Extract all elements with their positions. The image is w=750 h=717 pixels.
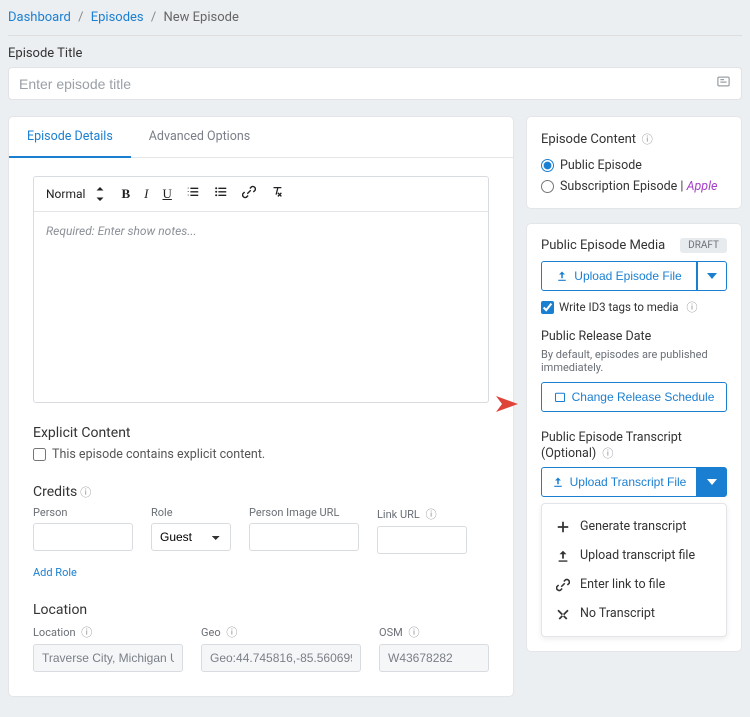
clear-format-button[interactable] xyxy=(270,185,284,203)
info-icon[interactable]: ⓘ xyxy=(602,447,613,460)
info-icon[interactable]: ⓘ xyxy=(426,508,437,521)
location-heading: Location xyxy=(33,602,489,618)
geo-input[interactable] xyxy=(201,644,361,672)
id3-checkbox-row[interactable]: Write ID3 tags to media ⓘ xyxy=(541,299,727,315)
style-dropdown[interactable]: Normal xyxy=(46,187,107,201)
info-icon[interactable]: ⓘ xyxy=(639,131,653,147)
release-note: By default, episodes are published immed… xyxy=(541,348,727,374)
location-input[interactable] xyxy=(33,644,183,672)
unordered-list-button[interactable] xyxy=(214,185,228,203)
crumb-current: New Episode xyxy=(163,10,238,25)
link-url-input[interactable] xyxy=(377,526,467,554)
person-input[interactable] xyxy=(33,523,133,551)
info-icon[interactable]: ⓘ xyxy=(687,299,698,315)
explicit-checkbox-row[interactable]: This episode contains explicit content. xyxy=(33,447,489,462)
card-icon[interactable] xyxy=(716,74,731,93)
dd-upload-transcript[interactable]: Upload transcript file xyxy=(542,541,726,570)
info-icon[interactable]: ⓘ xyxy=(81,626,92,639)
explicit-checkbox[interactable] xyxy=(33,448,46,461)
dd-enter-link[interactable]: Enter link to file xyxy=(542,570,726,599)
transcript-heading: Public Episode Transcript (Optional) ⓘ xyxy=(541,430,727,461)
episode-title-input[interactable] xyxy=(19,76,716,92)
info-icon[interactable]: ⓘ xyxy=(226,626,237,639)
explicit-heading: Explicit Content xyxy=(33,425,489,441)
role-label: Role xyxy=(151,506,231,519)
crumb-episodes[interactable]: Episodes xyxy=(91,10,144,25)
id3-checkbox[interactable] xyxy=(541,301,554,314)
tab-advanced-options[interactable]: Advanced Options xyxy=(131,117,268,157)
tab-episode-details[interactable]: Episode Details xyxy=(9,117,131,158)
person-image-label: Person Image URL xyxy=(249,506,359,519)
change-release-button[interactable]: Change Release Schedule xyxy=(541,382,727,412)
subscription-episode-radio[interactable] xyxy=(541,180,554,193)
underline-button[interactable]: U xyxy=(162,186,171,202)
link-button[interactable] xyxy=(242,185,256,203)
title-label: Episode Title xyxy=(8,46,742,61)
show-notes-editor[interactable]: Required: Enter show notes... xyxy=(34,212,488,402)
breadcrumb: Dashboard / Episodes / New Episode xyxy=(8,8,742,35)
upload-transcript-caret[interactable] xyxy=(697,467,727,497)
credits-heading: Creditsⓘ xyxy=(33,484,489,500)
crumb-dashboard[interactable]: Dashboard xyxy=(8,10,71,25)
role-select[interactable]: Guest xyxy=(151,523,231,551)
public-episode-radio-row[interactable]: Public Episode xyxy=(527,155,741,176)
dd-no-transcript[interactable]: No Transcript xyxy=(542,599,726,628)
info-icon[interactable]: ⓘ xyxy=(408,626,419,639)
person-image-input[interactable] xyxy=(249,523,359,551)
geo-label: Geo ⓘ xyxy=(201,624,361,640)
location-label: Location ⓘ xyxy=(33,624,183,640)
annotation-arrow xyxy=(415,392,525,416)
public-episode-radio[interactable] xyxy=(541,159,554,172)
dd-generate-transcript[interactable]: Generate transcript xyxy=(542,512,726,541)
info-icon[interactable]: ⓘ xyxy=(80,486,91,499)
draft-badge: DRAFT xyxy=(680,238,727,253)
release-date-heading: Public Release Date xyxy=(541,329,727,344)
upload-episode-button[interactable]: Upload Episode File xyxy=(541,261,697,291)
subscription-episode-radio-row[interactable]: Subscription Episode | Apple xyxy=(527,176,741,208)
add-role-link[interactable]: Add Role xyxy=(33,566,77,579)
episode-content-heading: Episode Content ⓘ xyxy=(527,117,741,155)
upload-transcript-button[interactable]: Upload Transcript File xyxy=(541,467,697,497)
osm-input[interactable] xyxy=(379,644,489,672)
italic-button[interactable]: I xyxy=(144,186,148,202)
person-label: Person xyxy=(33,506,133,519)
osm-label: OSM ⓘ xyxy=(379,624,489,640)
transcript-dropdown: Generate transcript Upload transcript fi… xyxy=(541,503,727,637)
ordered-list-button[interactable] xyxy=(186,185,200,203)
public-media-heading: Public Episode Media DRAFT xyxy=(527,224,741,261)
upload-episode-caret[interactable] xyxy=(697,261,727,291)
bold-button[interactable]: B xyxy=(121,186,130,202)
link-url-label: Link URL ⓘ xyxy=(377,506,467,522)
